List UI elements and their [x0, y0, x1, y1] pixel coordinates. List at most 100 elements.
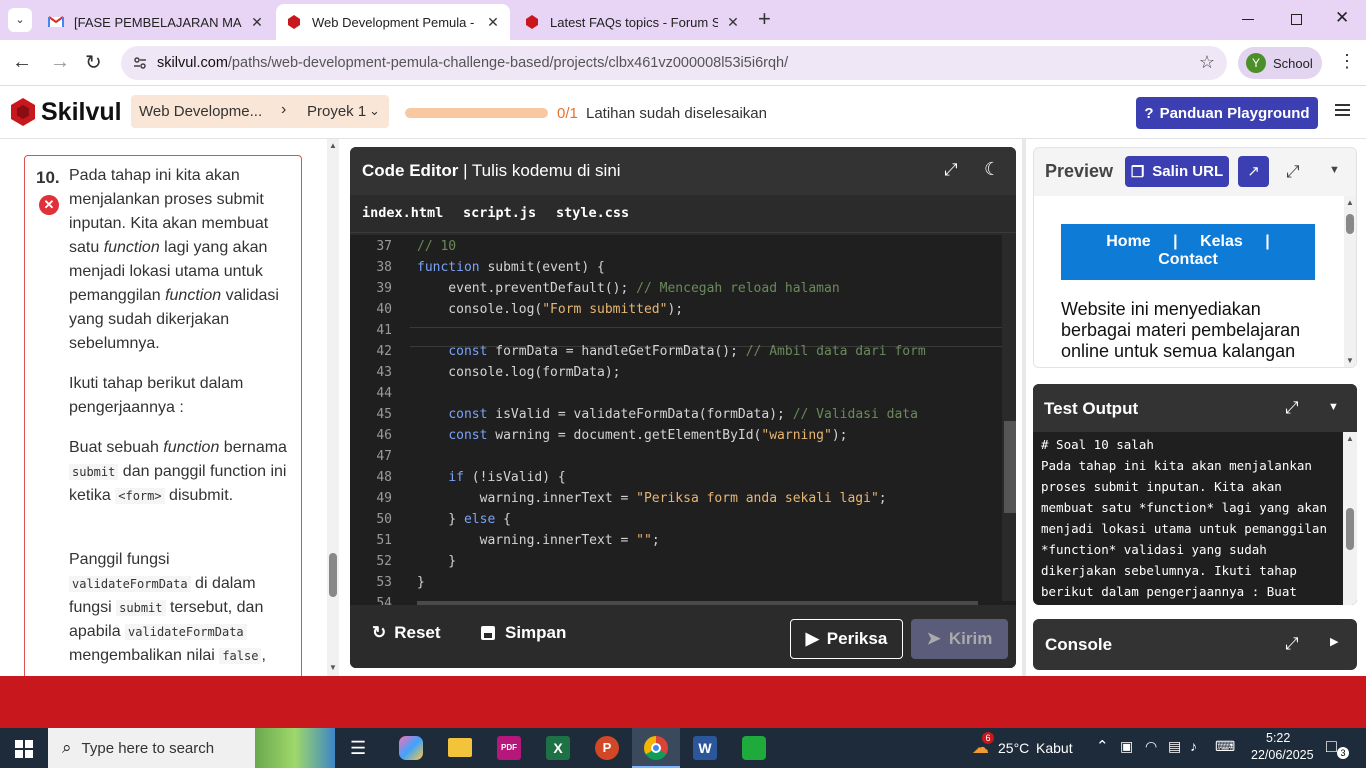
test-output-scrollbar[interactable]: ▲ [1343, 432, 1357, 605]
tab-skilvul-forum[interactable]: Latest FAQs topics - Forum Skil ✕ [514, 4, 750, 40]
wifi-icon[interactable]: ◠ [1145, 738, 1157, 755]
line-number: 38 [376, 260, 392, 275]
meet-icon[interactable]: ▣ [1120, 738, 1133, 755]
weather-desc[interactable]: Kabut [1036, 740, 1073, 756]
windows-start-icon[interactable] [15, 740, 33, 758]
guide-button[interactable]: ? Panduan Playground [1136, 97, 1318, 129]
close-icon[interactable]: ✕ [486, 14, 500, 31]
new-tab-icon[interactable]: + [758, 8, 771, 30]
clock-time[interactable]: 5:22 [1266, 731, 1290, 745]
file-explorer-icon[interactable] [448, 738, 472, 757]
reload-icon[interactable]: ↻ [85, 50, 102, 75]
minimize-icon[interactable] [1242, 19, 1254, 20]
task-view-icon[interactable]: ☰ [350, 738, 366, 759]
open-external-button[interactable]: ↗ [1238, 156, 1269, 187]
tab-index-html[interactable]: index.html [362, 205, 443, 221]
test-output-title: Test Output [1044, 399, 1139, 418]
chrome-icon-active[interactable] [632, 728, 680, 768]
check-button[interactable]: ▶ Periksa [790, 619, 903, 659]
scrollbar-thumb[interactable] [1346, 214, 1354, 234]
collapse-chevron-icon[interactable]: ▼ [1328, 401, 1339, 413]
instructions-scrollbar[interactable]: ▲ ▼ [327, 139, 339, 676]
skilvul-logo-icon[interactable] [9, 97, 37, 127]
breadcrumb-project[interactable]: Proyek 1 [307, 103, 366, 120]
forward-arrow-icon[interactable]: → [50, 51, 70, 74]
nav-home[interactable]: Home [1106, 233, 1150, 250]
chevron-down-icon[interactable]: ⌄ [369, 103, 380, 119]
skilvul-icon [526, 15, 538, 29]
taskbar-search[interactable]: ⌕ Type here to search [48, 728, 335, 768]
console-panel: Console ⤢ ▶ [1033, 619, 1357, 670]
tab-style-css[interactable]: style.css [556, 205, 629, 221]
preview-header: Preview ❐ Salin URL ↗ ⤢ ▼ [1034, 148, 1356, 196]
search-icon: ⌕ [62, 738, 72, 757]
copilot-icon[interactable] [399, 736, 423, 760]
site-info-icon[interactable] [133, 56, 147, 70]
page-footer-bar [0, 676, 1366, 728]
expand-icon[interactable]: ⤢ [1285, 634, 1299, 654]
logo-text[interactable]: Skilvul [41, 98, 122, 127]
notification-icon[interactable]: □ [1326, 736, 1337, 757]
close-window-icon[interactable]: ✕ [1335, 8, 1349, 28]
profile-label: School [1273, 55, 1313, 71]
expand-icon[interactable]: ⤢ [1285, 398, 1299, 418]
tab-search-button[interactable]: ⌄ [8, 8, 32, 32]
keyboard-icon[interactable]: ⌨ [1215, 738, 1235, 755]
expand-icon[interactable]: ⤢ [1286, 162, 1300, 182]
reset-button[interactable]: ↻ Reset [372, 623, 441, 643]
code-area[interactable]: 37 // 10 38 function submit(event) {39 even… [350, 235, 1016, 605]
breadcrumb-course[interactable]: Web Developme... [139, 103, 262, 120]
collapse-chevron-icon[interactable]: ▼ [1329, 164, 1340, 176]
scrollbar-thumb[interactable] [1346, 508, 1354, 550]
dark-mode-icon[interactable]: ☾ [984, 159, 1000, 180]
line-number: 52 [376, 554, 392, 569]
chevron-right-icon[interactable]: ▶ [1330, 635, 1338, 648]
expand-icon[interactable]: ⤢ [944, 160, 958, 180]
clock-date[interactable]: 22/06/2025 [1251, 748, 1314, 762]
line-number: 48 [376, 470, 392, 485]
green-app-icon[interactable] [742, 736, 766, 760]
preview-frame[interactable]: Home | Kelas | Contact Website ini menye… [1034, 196, 1356, 367]
scrollbar-thumb[interactable] [329, 553, 337, 597]
nav-contact[interactable]: Contact [1158, 251, 1218, 268]
url-path: /paths/web-development-pemula-challenge-… [227, 55, 789, 71]
preview-title: Preview [1045, 161, 1114, 181]
network-icon[interactable]: ▤ [1168, 738, 1181, 755]
line-number: 43 [376, 365, 392, 380]
pdf-app-icon[interactable]: PDF [497, 736, 521, 760]
browser-menu-icon[interactable]: ⋮ [1338, 51, 1356, 72]
preview-scrollbar[interactable]: ▲ ▼ [1344, 196, 1356, 367]
save-button[interactable]: Simpan [481, 623, 566, 643]
browser-tab-strip: ⌄ [FASE PEMBELAJARAN MANDIRI ✕ Web Devel… [0, 0, 1366, 40]
powerpoint-icon[interactable]: P [595, 736, 619, 760]
nav-kelas[interactable]: Kelas [1200, 233, 1243, 250]
send-button[interactable]: ➤ Kirim [911, 619, 1008, 659]
word-icon[interactable]: W [693, 736, 717, 760]
profile-chip[interactable]: Y School [1238, 47, 1322, 79]
weather-temp[interactable]: 25°C [998, 740, 1029, 756]
copy-url-button[interactable]: ❐ Salin URL [1125, 156, 1229, 187]
close-icon[interactable]: ✕ [250, 14, 264, 31]
tray-chevron-up-icon[interactable]: ⌃ [1096, 737, 1109, 755]
excel-icon[interactable]: X [546, 736, 570, 760]
editor-title: Code Editor | Tulis kodemu di sini [362, 161, 621, 180]
volume-icon[interactable]: ♪ [1190, 738, 1197, 754]
code-line: // 10 [417, 239, 457, 254]
close-icon[interactable]: ✕ [726, 14, 740, 31]
scrollbar-thumb[interactable] [1004, 421, 1016, 513]
vertical-scrollbar[interactable] [1002, 235, 1016, 601]
panel-divider[interactable] [1022, 139, 1026, 676]
windows-taskbar: ⌕ Type here to search ☰ PDF X P W ☁ 6 25… [0, 728, 1366, 768]
back-arrow-icon[interactable]: ← [12, 51, 32, 74]
restore-icon[interactable] [1291, 14, 1302, 25]
tab-script-js[interactable]: script.js [463, 205, 536, 221]
help-icon: ? [1144, 104, 1154, 122]
progress-count: 0/1 [557, 105, 578, 122]
tab-gmail[interactable]: [FASE PEMBELAJARAN MANDIRI ✕ [38, 4, 274, 40]
address-bar[interactable]: skilvul.com/paths/web-development-pemula… [121, 46, 1227, 80]
hamburger-menu-icon[interactable] [1335, 104, 1350, 116]
bookmark-star-icon[interactable]: ☆ [1199, 52, 1215, 73]
tab-skilvul-webdev[interactable]: Web Development Pemula - Sp ✕ [276, 4, 510, 40]
line-number: 45 [376, 407, 392, 422]
line-number: 51 [376, 533, 392, 548]
